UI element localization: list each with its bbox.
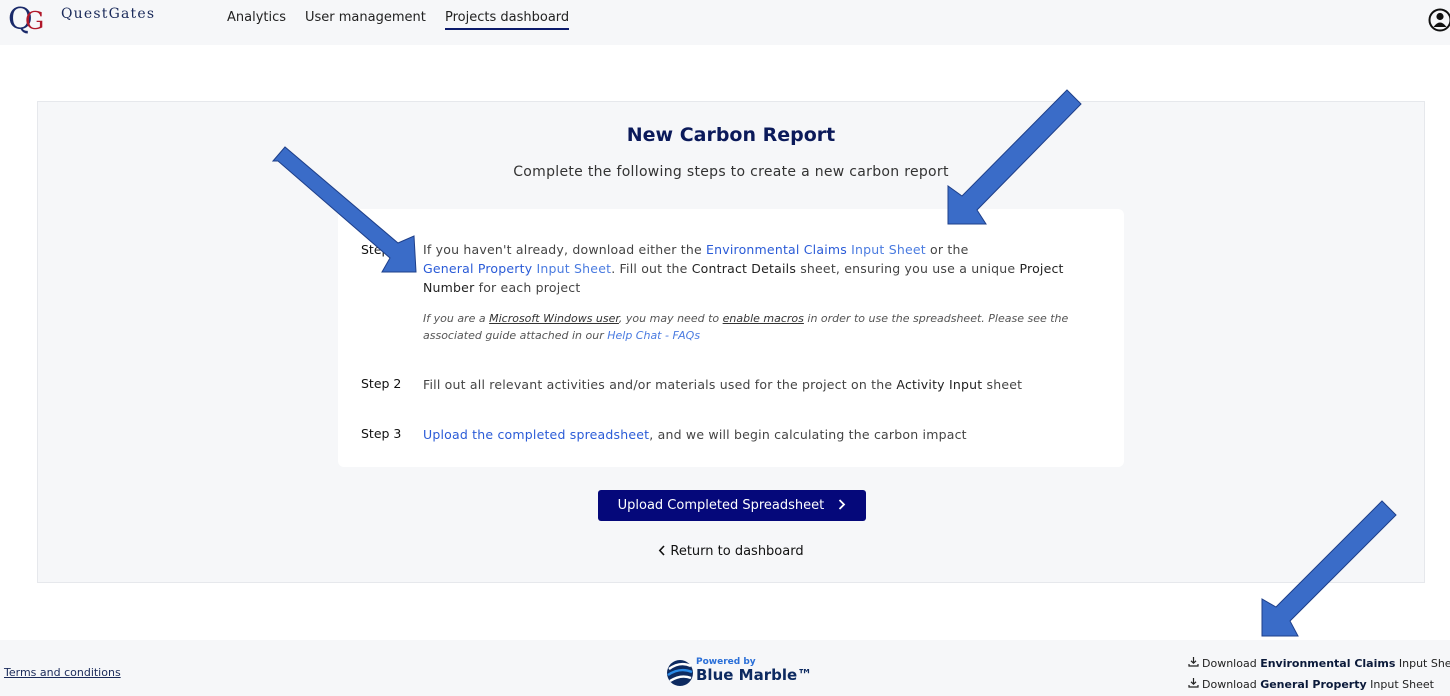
- top-navigation-bar: Q G QuestGates Analytics User management…: [0, 0, 1450, 45]
- step-3-label: Step 3: [361, 426, 402, 441]
- input-sheet-link[interactable]: Input Sheet: [532, 261, 611, 276]
- page-subtitle: Complete the following steps to create a…: [513, 164, 949, 180]
- activity-input-emphasis: Activity Input: [896, 377, 983, 392]
- steps-box: Step 1 If you haven't already, download …: [338, 209, 1124, 467]
- download-suffix: Input Sheet: [1398, 657, 1450, 670]
- step-1-text: If you haven't already, download either …: [423, 240, 1103, 297]
- terms-and-conditions-link[interactable]: Terms and conditions: [4, 666, 121, 679]
- environmental-claims-link[interactable]: Environmental Claims: [706, 242, 847, 257]
- page-title: New Carbon Report: [626, 124, 836, 146]
- nav-user-management[interactable]: User management: [305, 10, 426, 25]
- download-environmental-claims-link[interactable]: Download Environmental Claims Input Shee…: [1188, 656, 1450, 670]
- nav-analytics[interactable]: Analytics: [227, 10, 286, 25]
- svg-text:G: G: [25, 7, 44, 35]
- step-1-text-part: or the: [925, 242, 969, 257]
- step-2-text-part: Fill out all relevant activities and/or …: [423, 377, 897, 392]
- enable-macros-link[interactable]: enable macros: [723, 312, 804, 325]
- download-bold-name: Environmental Claims: [1260, 657, 1396, 670]
- return-to-dashboard-link[interactable]: Return to dashboard: [38, 544, 1424, 559]
- blue-marble-name: Blue Marble™: [696, 666, 813, 684]
- chevron-right-icon: [839, 499, 846, 510]
- download-prefix: Download: [1202, 657, 1261, 670]
- questgates-logo[interactable]: Q G: [8, 2, 48, 36]
- upload-completed-spreadsheet-button[interactable]: Upload Completed Spreadsheet: [598, 490, 866, 521]
- footer: Terms and conditions Powered by Blue Mar…: [0, 640, 1450, 696]
- contract-details-emphasis: Contract Details: [691, 261, 797, 276]
- step-2-label: Step 2: [361, 376, 402, 391]
- chevron-left-icon: [659, 545, 665, 556]
- step-1-text-part: for each project: [474, 280, 581, 295]
- download-suffix: Input Sheet: [1366, 678, 1434, 691]
- new-carbon-report-card: New Carbon Report Complete the following…: [37, 101, 1425, 583]
- download-bold-name: General Property: [1260, 678, 1367, 691]
- step-1-text-part: If you haven't already, download either …: [423, 242, 707, 257]
- note-text: If you are a: [423, 312, 490, 325]
- input-sheet-link[interactable]: Input Sheet: [847, 242, 926, 257]
- help-chat-faqs-link[interactable]: Help Chat - FAQs: [607, 329, 700, 342]
- download-icon: [1188, 678, 1199, 688]
- step-1-text-part: . Fill out the: [611, 261, 692, 276]
- main-content: New Carbon Report Complete the following…: [0, 45, 1450, 640]
- upload-spreadsheet-link[interactable]: Upload the completed spreadsheet: [423, 427, 649, 442]
- nav-projects-dashboard[interactable]: Projects dashboard: [445, 10, 570, 30]
- download-icon: [1188, 657, 1199, 667]
- step-3-text-part: , and we will begin calculating the carb…: [649, 427, 967, 442]
- user-account-icon[interactable]: [1428, 4, 1450, 32]
- step-1-text-part: sheet, ensuring you use a unique: [796, 261, 1020, 276]
- step-1-label: Step 1: [361, 242, 402, 257]
- upload-button-label: Upload Completed Spreadsheet: [617, 498, 825, 513]
- general-property-link[interactable]: General Property: [423, 261, 532, 276]
- download-general-property-link[interactable]: Download General Property Input Sheet: [1188, 677, 1434, 691]
- step-3-text: Upload the completed spreadsheet, and we…: [423, 425, 1103, 444]
- download-prefix: Download: [1202, 678, 1261, 691]
- windows-user-link[interactable]: Microsoft Windows user: [489, 312, 619, 325]
- note-text: , you may need to: [618, 312, 723, 325]
- step-2-text: Fill out all relevant activities and/or …: [423, 375, 1123, 394]
- blue-marble-icon: [667, 660, 693, 686]
- return-link-label: Return to dashboard: [670, 544, 804, 559]
- macros-note: If you are a Microsoft Windows user, you…: [423, 310, 1113, 344]
- blue-marble-logo: Powered by Blue Marble™: [666, 657, 812, 691]
- step-2-text-part: sheet: [982, 377, 1023, 392]
- brand-name: QuestGates: [61, 6, 156, 22]
